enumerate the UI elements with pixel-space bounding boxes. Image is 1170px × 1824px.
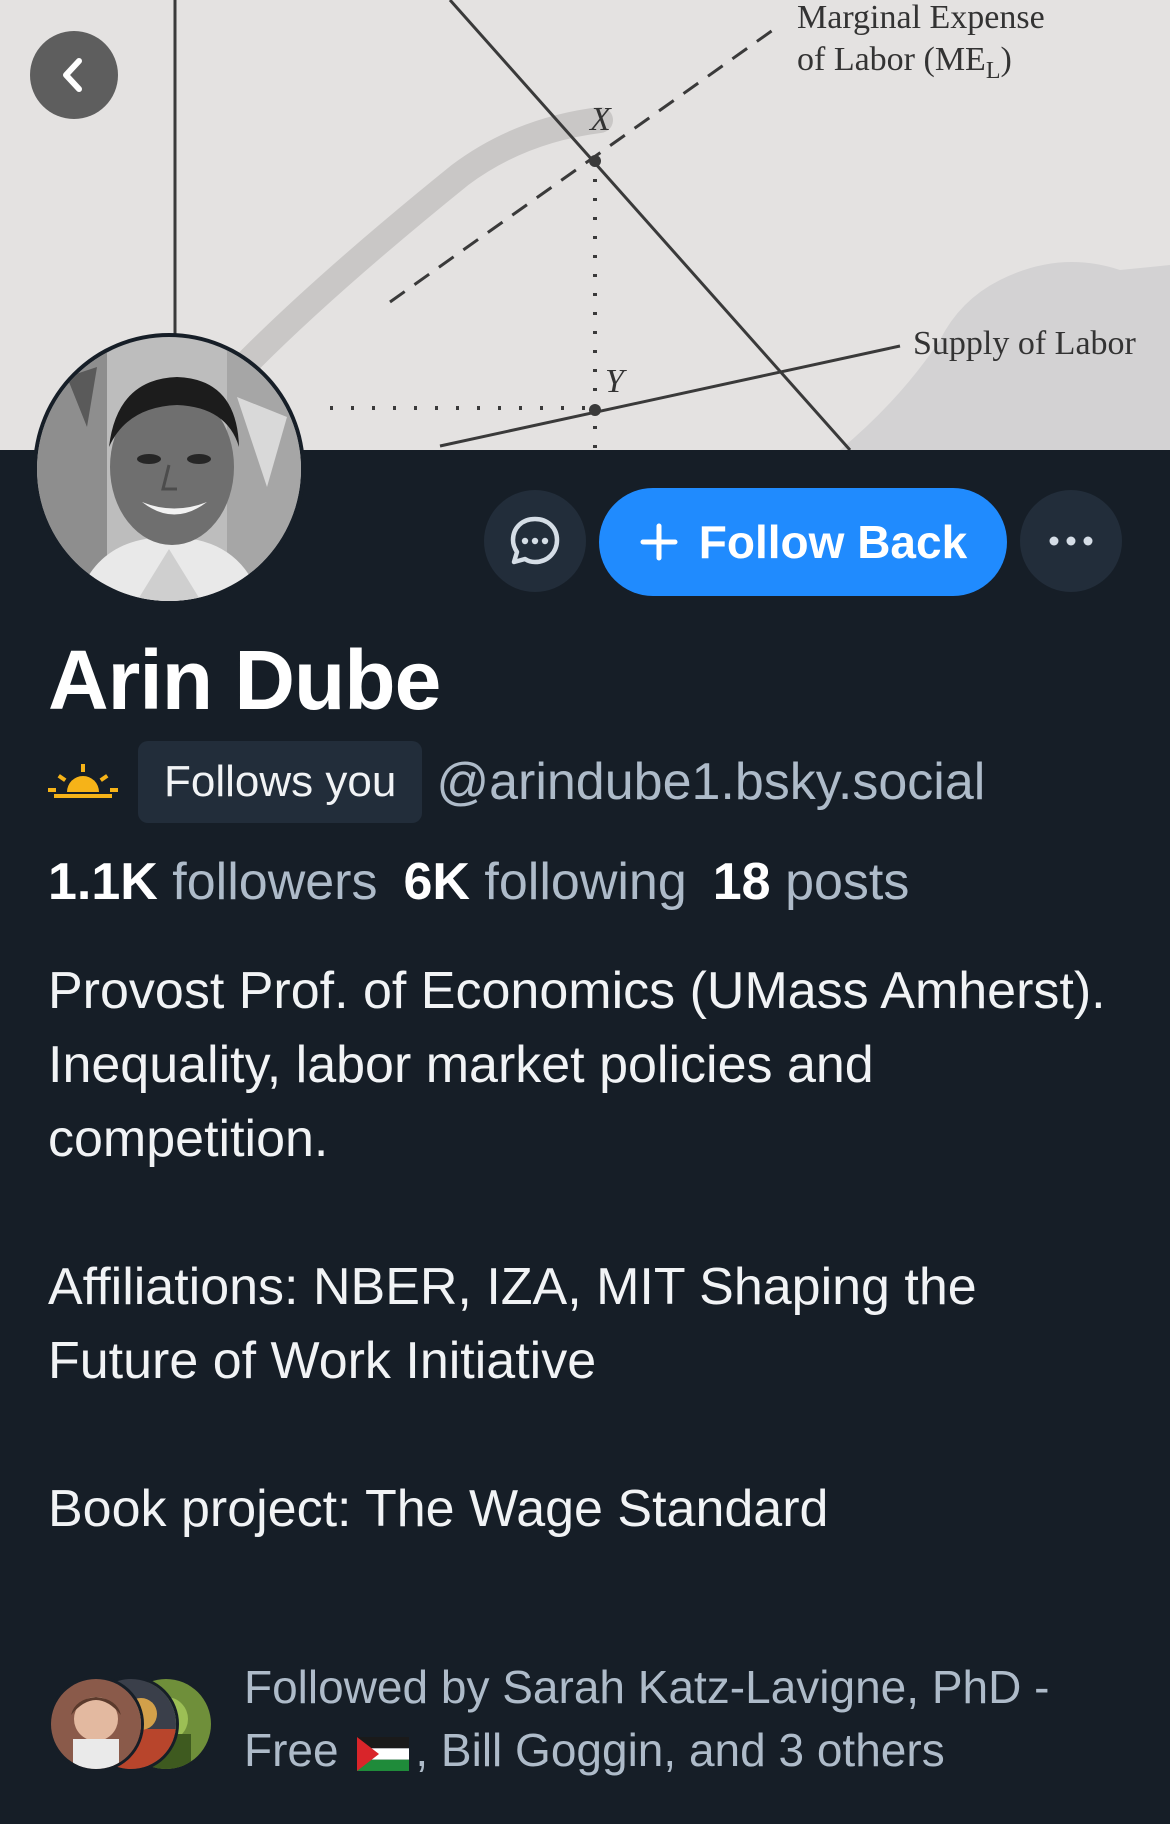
posts-stat: 18 posts xyxy=(712,853,910,911)
handle-row: Follows you @arindube1.bsky.social xyxy=(48,740,985,824)
profile-stats: 1.1K followers 6K following 18 posts xyxy=(48,852,909,912)
plus-icon xyxy=(640,523,678,561)
chat-bubble-icon xyxy=(510,516,560,565)
banner-label-supply: Supply of Labor xyxy=(913,325,1137,362)
display-name: Arin Dube xyxy=(48,633,441,727)
bio-line-4: Book project: The Wage Standard xyxy=(48,1480,829,1538)
message-button[interactable] xyxy=(484,490,586,592)
avatar-photo xyxy=(37,337,301,601)
following-stat[interactable]: 6K following xyxy=(403,852,686,912)
banner-label-of-labor: of Labor (MEL) xyxy=(797,41,1012,84)
avatar[interactable] xyxy=(33,333,305,605)
bio-line-1: Provost Prof. of Economics (UMass Amhers… xyxy=(48,962,1106,1020)
followed-by-text: Followed by Sarah Katz-Lavigne, PhD - Fr… xyxy=(244,1661,1050,1776)
handle: @arindube1.bsky.social xyxy=(436,753,986,811)
followed-by[interactable]: Followed by Sarah Katz-Lavigne, PhD - Fr… xyxy=(48,1656,1148,1796)
follow-back-label: Follow Back xyxy=(698,516,968,568)
ellipsis-icon xyxy=(1049,536,1093,546)
follower-avatar-1 xyxy=(48,1676,144,1772)
follow-back-button[interactable]: Follow Back xyxy=(599,488,1007,596)
profile-bio: Provost Prof. of Economics (UMass Amhers… xyxy=(48,954,1128,1546)
banner-label-marginal-expense: Marginal Expense xyxy=(797,0,1045,36)
followed-by-avatars xyxy=(48,1676,218,1772)
banner-label-y: Y xyxy=(605,363,627,400)
banner-label-x: X xyxy=(588,101,612,138)
bio-line-3: Affiliations: NBER, IZA, MIT Shaping the… xyxy=(48,1258,977,1390)
back-button[interactable] xyxy=(30,31,118,119)
palestine-flag-icon xyxy=(357,1736,410,1771)
bio-line-2: Inequality, labor market policies and co… xyxy=(48,1036,874,1168)
follows-you-badge: Follows you xyxy=(138,741,423,823)
chevron-left-icon xyxy=(63,58,82,92)
more-options-button[interactable] xyxy=(1020,490,1122,592)
sunrise-icon xyxy=(48,764,118,798)
followers-stat[interactable]: 1.1K followers xyxy=(48,852,377,912)
